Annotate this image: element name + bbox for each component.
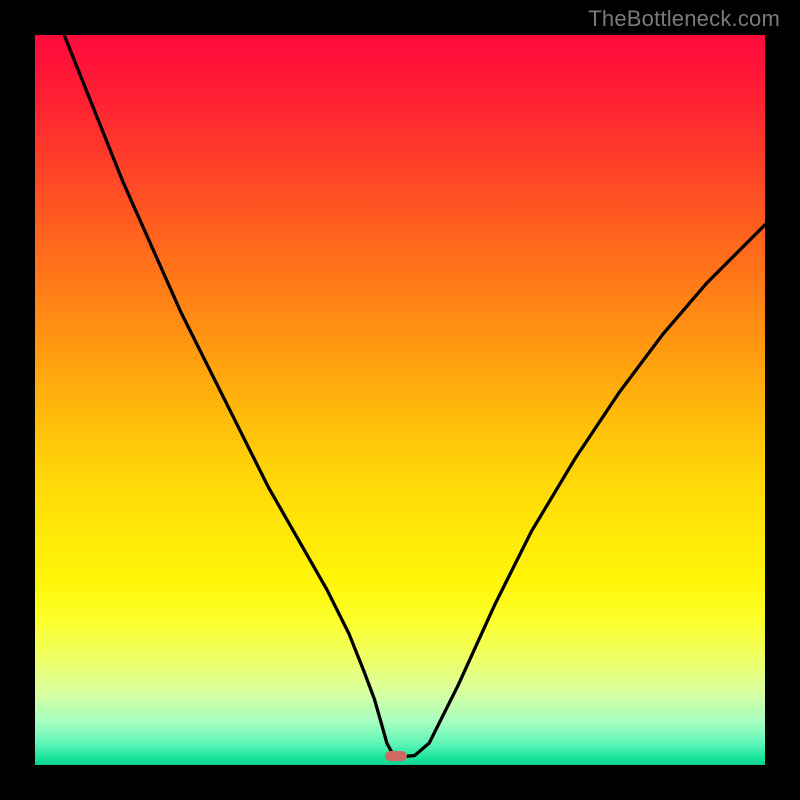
chart-frame: TheBottleneck.com (0, 0, 800, 800)
curve-layer (35, 35, 765, 765)
bottleneck-curve (64, 35, 765, 756)
optimal-point-marker (385, 751, 407, 761)
plot-area (35, 35, 765, 765)
watermark-text: TheBottleneck.com (588, 6, 780, 32)
